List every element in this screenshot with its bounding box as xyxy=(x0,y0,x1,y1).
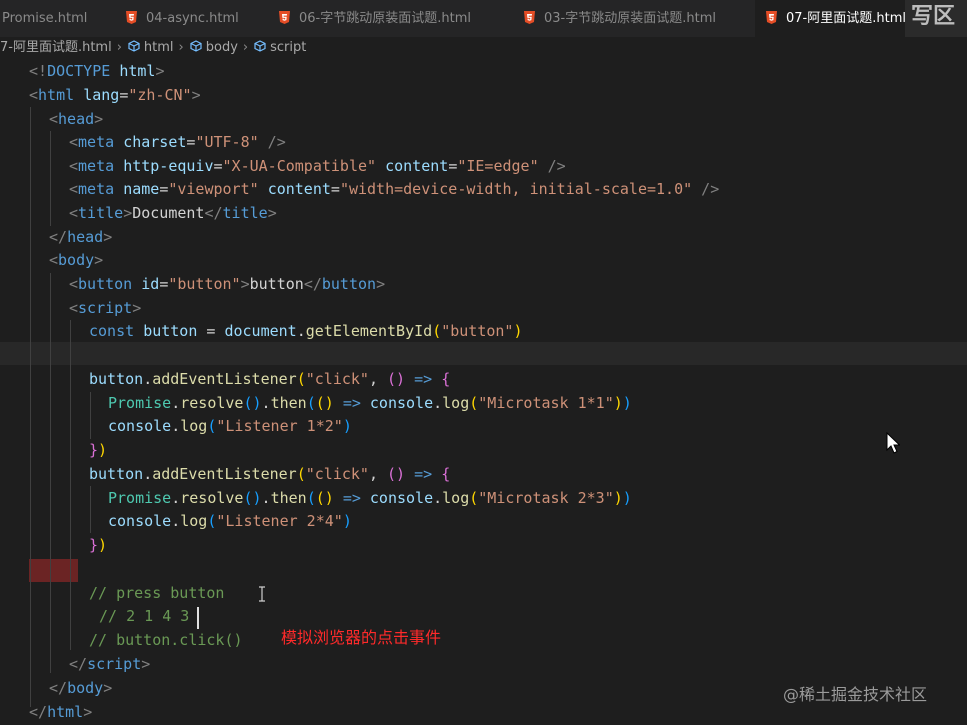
tab-label: 06-字节跳动原装面试题.html xyxy=(299,11,471,26)
code-line-14: button.addEventListener("click", () => { xyxy=(89,370,451,388)
code-line-25: // button.click() xyxy=(89,631,243,649)
code-line-16: console.log("Listener 1*2") xyxy=(108,417,352,435)
indent-guide xyxy=(50,273,51,673)
mouse-pointer-icon xyxy=(886,432,900,454)
code-line-5: <meta http-equiv="X-UA-Compatible" conte… xyxy=(69,157,566,175)
code-line-9: <body> xyxy=(49,251,104,269)
corner-badge: 写区 xyxy=(905,0,967,37)
tab-promise-html[interactable]: Promise.html xyxy=(0,0,110,37)
indent-guide xyxy=(90,392,91,439)
code-line-27: </body> xyxy=(49,679,113,697)
code-line-12: const button = document.getElementById("… xyxy=(89,322,523,340)
code-line-18: button.addEventListener("click", () => { xyxy=(89,465,451,483)
chevron-right-icon: › xyxy=(116,40,122,55)
code-line-11: <script> xyxy=(69,299,142,317)
code-line-20: console.log("Listener 2*4") xyxy=(108,512,352,530)
ibeam-cursor-icon xyxy=(259,586,265,602)
tab-03-bytedance-html[interactable]: 03-字节跳动原装面试题.html xyxy=(524,0,754,37)
code-line-8: </head> xyxy=(49,228,113,246)
indent-guide xyxy=(90,486,91,533)
breadcrumb-body[interactable]: body xyxy=(206,40,238,55)
code-line-10: <button id="button">button</button> xyxy=(69,275,386,293)
tab-06-bytedance-html[interactable]: 06-字节跳动原装面试题.html xyxy=(279,0,514,37)
annotation-text: 模拟浏览器的点击事件 xyxy=(281,628,442,647)
code-editor[interactable]: <!DOCTYPE html> <html lang="zh-CN"> <hea… xyxy=(0,59,967,725)
code-line-28: </html> xyxy=(29,703,93,721)
html5-icon xyxy=(279,11,290,24)
code-line-21: }) xyxy=(89,536,108,554)
code-line-1: <!DOCTYPE html> xyxy=(29,62,165,80)
watermark: @稀土掘金技术社区 xyxy=(783,685,928,704)
code-line-4: <meta charset="UTF-8" /> xyxy=(69,133,286,151)
editor-tab-bar: Promise.html 04-async.html 06-字节跳动原装面试题.… xyxy=(0,0,967,37)
chevron-right-icon: › xyxy=(242,40,249,55)
code-line-17: }) xyxy=(89,441,108,459)
code-line-7: <title>Document</title> xyxy=(69,204,277,222)
html5-icon xyxy=(766,11,777,24)
breadcrumb-file[interactable]: 7-阿里面试题.html xyxy=(0,40,112,55)
tab-label: Promise.html xyxy=(2,11,88,26)
chevron-right-icon: › xyxy=(178,40,184,55)
cube-icon xyxy=(190,40,202,52)
code-line-24: // 2 1 4 3 xyxy=(99,607,190,625)
tab-label: 04-async.html xyxy=(146,11,239,26)
breadcrumb-script[interactable]: script xyxy=(270,40,306,55)
code-line-2: <html lang="zh-CN"> xyxy=(29,86,201,104)
text-cursor xyxy=(197,607,199,629)
code-line-19: Promise.resolve().then(() => console.log… xyxy=(108,489,632,507)
cube-icon xyxy=(128,40,140,52)
tab-label: 07-阿里面试题.html xyxy=(786,11,906,26)
tab-label: 03-字节跳动原装面试题.html xyxy=(544,11,716,26)
breadcrumb: 7-阿里面试题.html › html › body › script xyxy=(0,37,967,59)
html5-icon xyxy=(126,11,137,24)
code-line-23: // press button xyxy=(89,584,225,602)
indent-guide xyxy=(70,320,71,650)
html5-icon xyxy=(524,11,535,24)
current-line-highlight xyxy=(0,342,967,365)
breadcrumb-html[interactable]: html xyxy=(144,40,174,55)
code-line-26: </script> xyxy=(69,655,151,673)
indent-guide xyxy=(50,131,51,226)
cube-icon xyxy=(254,40,266,52)
tab-04-async-html[interactable]: 04-async.html xyxy=(126,0,276,37)
indent-guide xyxy=(30,107,31,707)
tab-07-alibaba-html[interactable]: 07-阿里面试题.html xyxy=(755,0,915,37)
code-line-6: <meta name="viewport" content="width=dev… xyxy=(69,180,720,198)
code-line-3: <head> xyxy=(49,110,104,128)
code-line-15: Promise.resolve().then(() => console.log… xyxy=(108,394,632,412)
